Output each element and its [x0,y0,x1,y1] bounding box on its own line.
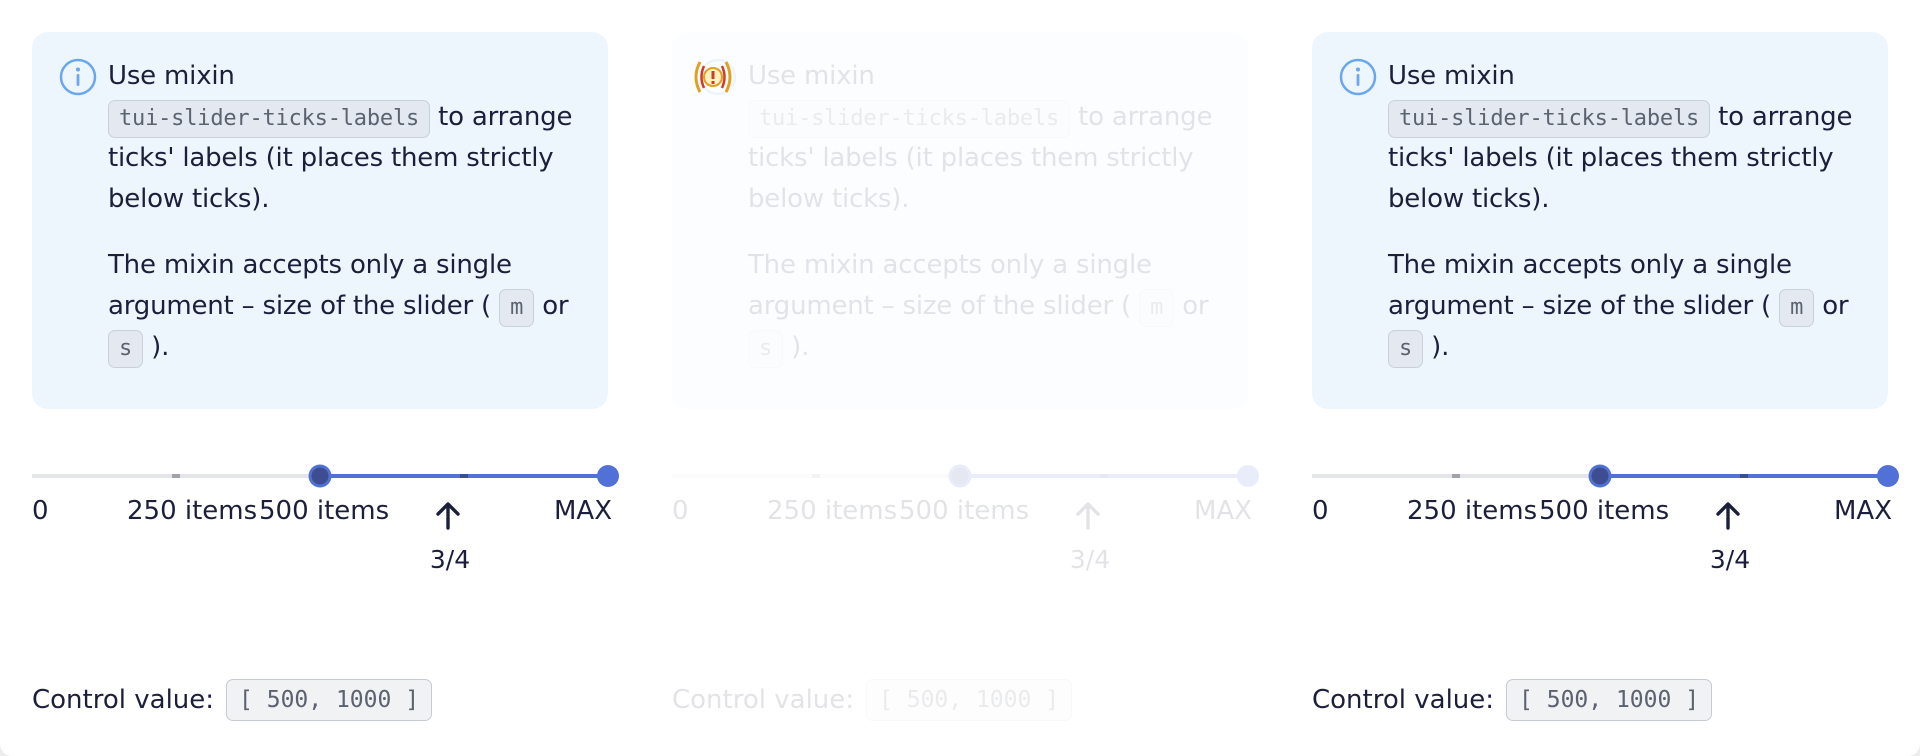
tick-label-0: 0 [1312,496,1329,526]
notice-line1-prefix: Use mixin [1388,61,1515,91]
notice-line2-prefix: The mixin accepts only a single argument… [748,250,1152,321]
mixin-code: tui-slider-ticks-labels [108,100,431,138]
notice-line2-suffix: ). [791,332,810,362]
tick-label-max: MAX [1834,496,1893,526]
tick-label-500: 500 items [1539,496,1670,526]
fraction-label: 3/4 [429,545,471,574]
tick-label-500: 500 items [899,496,1030,526]
control-value-label: Control value: [672,685,855,715]
info-icon [59,58,97,96]
example-pane-right: Use mixin tui-slider-ticks-labels to arr… [1280,0,1920,756]
size-m-code: m [1779,289,1815,327]
notice-text: Use mixin tui-slider-ticks-labels to arr… [108,56,578,368]
error-icon [694,61,732,93]
slider-track [32,464,619,488]
notice-line1-prefix: Use mixin [108,61,235,91]
mixin-code: tui-slider-ticks-labels [748,100,1071,138]
slider-start-thumb[interactable] [308,464,332,488]
notice-box: Use mixin tui-slider-ticks-labels to arr… [672,32,1248,409]
size-s-code: s [1388,330,1424,368]
notice-or: or [542,291,569,321]
control-value-label: Control value: [32,685,215,715]
size-m-code: m [1139,289,1175,327]
notice-box: Use mixin tui-slider-ticks-labels to arr… [32,32,608,409]
control-value-row: Control value: [ 500, 1000 ] [672,678,1073,722]
slider-end-thumb[interactable] [597,465,619,487]
example-pane-left: Use mixin tui-slider-ticks-labels to arr… [0,0,640,756]
slider-track [1312,464,1899,488]
arrow-up-icon [1076,502,1100,530]
control-value-label: Control value: [1312,685,1495,715]
slider-track [672,464,1259,488]
tick-label-500: 500 items [259,496,390,526]
notice-line1-prefix: Use mixin [748,61,875,91]
control-value-code: [ 500, 1000 ] [1506,679,1713,721]
tick-label-max: MAX [1194,496,1253,526]
tick-label-250: 250 items [1407,496,1538,526]
range-slider[interactable] [32,462,619,490]
info-icon [1339,58,1377,96]
tick-label-0: 0 [672,496,689,526]
slider-tick-750 [460,474,468,478]
notice-text: Use mixin tui-slider-ticks-labels to arr… [1388,56,1858,368]
slider-tick-250 [812,474,820,478]
range-slider[interactable] [672,462,1259,490]
slider-end-thumb[interactable] [1877,465,1899,487]
fraction-label: 3/4 [1069,545,1111,574]
tick-label-250: 250 items [767,496,898,526]
control-value-code: [ 500, 1000 ] [226,679,433,721]
example-pane-middle: Use mixin tui-slider-ticks-labels to arr… [640,0,1280,756]
mixin-code: tui-slider-ticks-labels [1388,100,1711,138]
control-value-code: [ 500, 1000 ] [866,679,1073,721]
fraction-label: 3/4 [1709,545,1751,574]
arrow-up-icon [1716,502,1740,530]
slider-tick-750 [1100,474,1108,478]
notice-box: Use mixin tui-slider-ticks-labels to arr… [1312,32,1888,409]
slider-tick-250 [172,474,180,478]
arrow-up-icon [436,502,460,530]
notice-line2-suffix: ). [151,332,170,362]
slider-end-thumb[interactable] [1237,465,1259,487]
slider-tick-250 [1452,474,1460,478]
slider-start-thumb[interactable] [1588,464,1612,488]
notice-line2-prefix: The mixin accepts only a single argument… [108,250,512,321]
notice-line2-suffix: ). [1431,332,1450,362]
size-s-code: s [108,330,144,368]
slider-start-thumb[interactable] [948,464,972,488]
size-m-code: m [499,289,535,327]
control-value-row: Control value: [ 500, 1000 ] [32,678,433,722]
notice-or: or [1182,291,1209,321]
tick-label-250: 250 items [127,496,258,526]
size-s-code: s [748,330,784,368]
slider-tick-750 [1740,474,1748,478]
control-value-row: Control value: [ 500, 1000 ] [1312,678,1713,722]
tick-label-max: MAX [554,496,613,526]
tick-label-0: 0 [32,496,49,526]
notice-line2-prefix: The mixin accepts only a single argument… [1388,250,1792,321]
range-slider[interactable] [1312,462,1899,490]
notice-text: Use mixin tui-slider-ticks-labels to arr… [748,56,1218,368]
notice-or: or [1822,291,1849,321]
